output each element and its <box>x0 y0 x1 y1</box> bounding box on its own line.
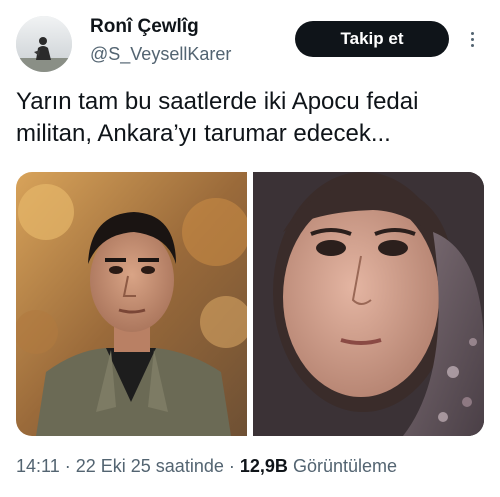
tweet-card: Ronî Çewlîg @S_VeysellKarer Takip et Yar… <box>0 0 500 497</box>
tweet-time[interactable]: 14:11 <box>16 456 60 476</box>
more-dot <box>470 43 474 47</box>
more-dot <box>470 31 474 35</box>
photo-young-man-image <box>16 172 247 436</box>
meta-separator: · <box>64 456 71 476</box>
more-options-icon[interactable] <box>464 24 480 54</box>
more-dot <box>470 37 474 41</box>
author-display-name[interactable]: Ronî Çewlîg <box>90 16 199 38</box>
profile-photo-icon <box>16 16 72 72</box>
media-grid <box>16 172 484 436</box>
author-handle[interactable]: @S_VeysellKarer <box>90 44 231 65</box>
meta-separator: · <box>228 456 235 476</box>
photo-woman-image <box>253 172 484 436</box>
views-count[interactable]: 12,9B <box>240 456 288 476</box>
media-photo-1[interactable] <box>16 172 247 436</box>
tweet-date[interactable]: 22 Eki 25 saatinde <box>76 456 224 476</box>
views-label: Görüntüleme <box>292 456 398 476</box>
media-photo-2[interactable] <box>253 172 484 436</box>
tweet-text: Yarın tam bu saatlerde iki Apocu fedai m… <box>16 88 419 147</box>
follow-button[interactable]: Takip et <box>295 21 449 57</box>
author-avatar[interactable] <box>16 16 72 72</box>
tweet-meta: 14:11 · 22 Eki 25 saatinde · 12,9B Görün… <box>16 456 397 477</box>
